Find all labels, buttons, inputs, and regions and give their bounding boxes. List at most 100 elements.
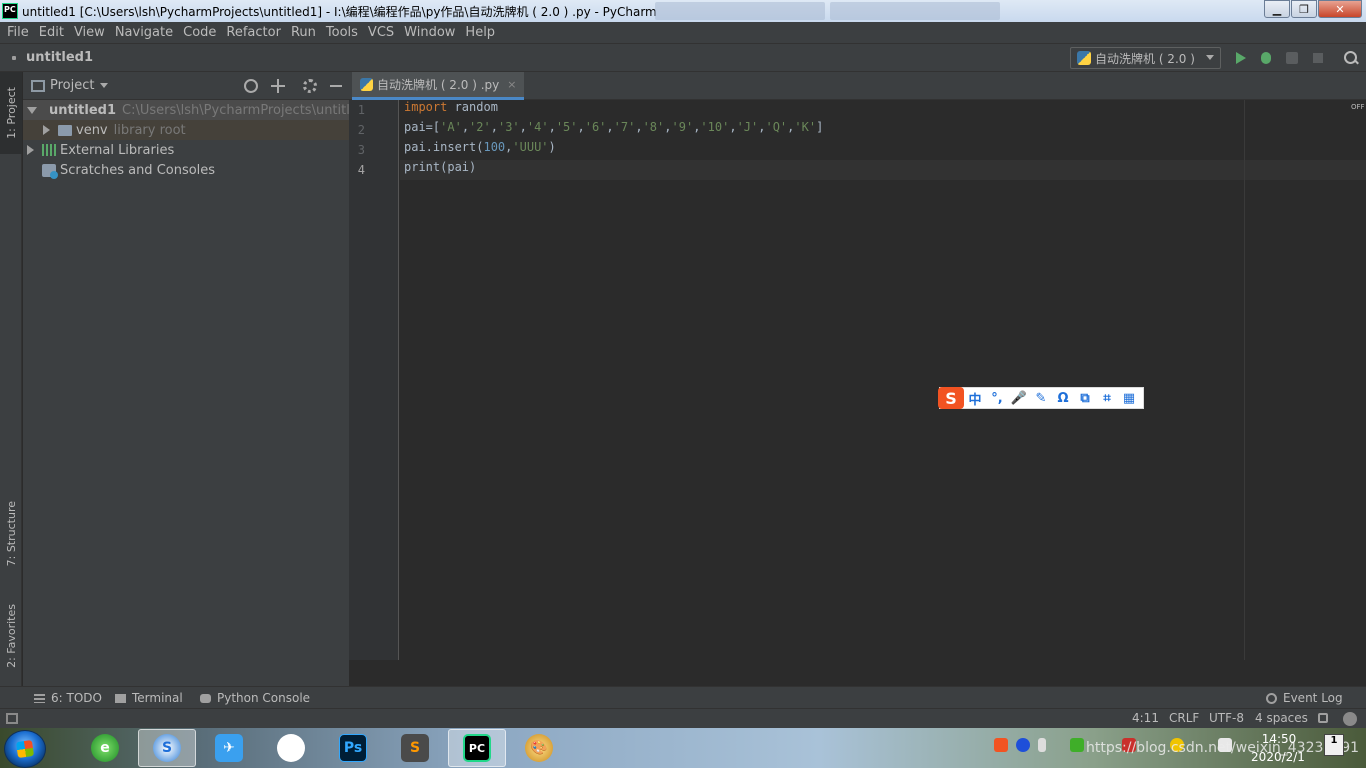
gear-icon[interactable] bbox=[303, 79, 317, 93]
status-caret-position[interactable]: 4:11 bbox=[1132, 711, 1159, 725]
tool-tab-terminal[interactable]: Terminal bbox=[115, 691, 183, 705]
pen-icon[interactable]: ✎ bbox=[1030, 391, 1052, 406]
tool-tab-todo-label: 6: TODO bbox=[51, 691, 102, 705]
taskbar-app-feishu[interactable]: ✈ bbox=[200, 729, 258, 767]
microphone-icon[interactable]: 🎤 bbox=[1008, 391, 1030, 406]
taskbar-app-photoshop[interactable]: Ps bbox=[324, 729, 382, 767]
debug-icon[interactable] bbox=[1258, 50, 1274, 66]
code-string: '4' bbox=[526, 120, 549, 134]
menu-file[interactable]: File bbox=[2, 25, 34, 40]
editor-tab-active[interactable]: 自动洗牌机 ( 2.0 ) .py × bbox=[352, 72, 525, 100]
breadcrumb-project[interactable]: untitled1 bbox=[26, 50, 93, 65]
expand-arrow-icon[interactable] bbox=[27, 106, 37, 114]
clock-time[interactable]: 14:50 bbox=[1258, 732, 1300, 746]
collapse-arrow-icon[interactable] bbox=[43, 125, 50, 135]
editor-tab-label: 自动洗牌机 ( 2.0 ) .py bbox=[377, 78, 500, 92]
tool-windows-toggle-icon[interactable] bbox=[6, 713, 18, 724]
tool-tab-event-log[interactable]: Event Log bbox=[1266, 691, 1343, 705]
run-icon[interactable] bbox=[1233, 50, 1249, 66]
code-string: '5' bbox=[555, 120, 578, 134]
status-indent[interactable]: 4 spaces bbox=[1255, 711, 1308, 725]
tree-item-scratches[interactable]: Scratches and Consoles bbox=[23, 160, 349, 180]
run-with-coverage-icon[interactable] bbox=[1284, 50, 1300, 66]
inspector-icon[interactable] bbox=[1343, 712, 1357, 726]
code-string: '3' bbox=[497, 120, 520, 134]
menu-help[interactable]: Help bbox=[460, 25, 500, 40]
help-tray-icon[interactable] bbox=[1016, 738, 1030, 752]
menu-edit[interactable]: Edit bbox=[34, 25, 69, 40]
paper-plane-icon: ✈ bbox=[215, 734, 243, 762]
code-line-4[interactable]: print(pai) bbox=[404, 160, 476, 180]
close-button[interactable]: ✕ bbox=[1318, 0, 1362, 18]
lock-icon[interactable] bbox=[1318, 713, 1328, 723]
paint-palette-icon: 🎨 bbox=[525, 734, 553, 762]
hide-panel-icon[interactable] bbox=[329, 79, 343, 93]
tree-item-root-name: untitled1 bbox=[49, 102, 117, 118]
maximize-button[interactable]: ❐ bbox=[1291, 0, 1317, 18]
taskbar-app-paint[interactable]: 🎨 bbox=[510, 729, 568, 767]
project-view-label[interactable]: Project bbox=[50, 78, 94, 93]
tray-overflow-icon[interactable] bbox=[1038, 738, 1046, 752]
menu-vcs[interactable]: VCS bbox=[363, 25, 399, 40]
tool-tab-favorites[interactable]: 2: Favorites bbox=[0, 592, 22, 680]
window-titlebar: PC untitled1 [C:\Users\lsh\PycharmProjec… bbox=[0, 0, 1366, 22]
chevron-down-icon[interactable] bbox=[100, 83, 109, 88]
skin-icon[interactable]: ⧉ bbox=[1074, 391, 1096, 406]
taskbar-app-browser[interactable]: e bbox=[76, 729, 134, 767]
tool-tab-project-label: 1: Project bbox=[4, 87, 18, 139]
menu-refactor[interactable]: Refactor bbox=[221, 25, 286, 40]
menu-tools[interactable]: Tools bbox=[321, 25, 363, 40]
tool-tab-structure[interactable]: 7: Structure bbox=[0, 492, 22, 576]
code-line-3[interactable]: pai.insert(100,'UUU') bbox=[404, 140, 556, 160]
collapse-all-icon[interactable] bbox=[271, 79, 285, 93]
tree-item-venv[interactable]: venv library root bbox=[23, 120, 349, 140]
toolbox-icon[interactable]: ▦ bbox=[1118, 391, 1140, 406]
omega-icon[interactable]: Ω bbox=[1052, 391, 1074, 406]
collapse-arrow-icon[interactable] bbox=[27, 145, 34, 155]
locate-file-icon[interactable] bbox=[244, 79, 258, 93]
clock-date[interactable]: 2020/2/1 bbox=[1250, 750, 1306, 764]
menu-view[interactable]: View bbox=[69, 25, 110, 40]
status-line-separator[interactable]: CRLF bbox=[1169, 711, 1199, 725]
ime-punctuation-icon[interactable]: °, bbox=[986, 391, 1008, 406]
sogou-tray-icon[interactable] bbox=[994, 738, 1008, 752]
code-string: '10' bbox=[700, 120, 730, 134]
code-comma: , bbox=[548, 120, 556, 134]
code-text: random bbox=[447, 100, 498, 114]
stop-icon[interactable] bbox=[1310, 50, 1326, 66]
window-title: untitled1 [C:\Users\lsh\PycharmProjects\… bbox=[22, 4, 657, 19]
crop-icon[interactable]: ⌗ bbox=[1096, 391, 1118, 406]
menu-code[interactable]: Code bbox=[178, 25, 221, 40]
tree-item-external-libraries[interactable]: External Libraries bbox=[23, 140, 349, 160]
menu-window[interactable]: Window bbox=[399, 25, 460, 40]
sogou-logo-icon[interactable]: S bbox=[938, 387, 964, 409]
ime-chinese-mode-icon[interactable]: 中 bbox=[964, 389, 986, 408]
code-line-1[interactable]: import random bbox=[404, 100, 498, 120]
code-editor[interactable]: import random pai=['A','2','3','4','5','… bbox=[400, 100, 1366, 660]
close-tab-icon[interactable]: × bbox=[507, 78, 516, 91]
taskbar-app-sublime[interactable]: S bbox=[386, 729, 444, 767]
taskbar-app-sogou[interactable]: S bbox=[138, 729, 196, 767]
start-button[interactable] bbox=[4, 730, 46, 768]
tool-tab-python-console[interactable]: Python Console bbox=[200, 691, 310, 705]
scratches-icon bbox=[42, 163, 58, 179]
terminal-icon bbox=[115, 693, 126, 703]
notification-badge[interactable]: 1 bbox=[1324, 734, 1344, 756]
tool-tab-todo[interactable]: 6: TODO bbox=[34, 691, 102, 705]
code-string: 'Q' bbox=[765, 120, 788, 134]
pycharm-icon: PC bbox=[463, 734, 491, 762]
minimize-button[interactable]: ▁ bbox=[1264, 0, 1290, 18]
tree-item-venv-note: library root bbox=[113, 122, 186, 138]
taskbar-app-netdisk[interactable]: ⟳ bbox=[262, 729, 320, 767]
status-encoding[interactable]: UTF-8 bbox=[1209, 711, 1244, 725]
caret-line-highlight bbox=[400, 160, 1366, 180]
tool-tab-project[interactable]: 1: Project bbox=[0, 72, 22, 154]
code-line-2[interactable]: pai=['A','2','3','4','5','6','7','8','9'… bbox=[404, 120, 823, 140]
taskbar-app-pycharm[interactable]: PC bbox=[448, 729, 506, 767]
search-everywhere-icon[interactable] bbox=[1343, 50, 1359, 66]
battery-tray-icon[interactable] bbox=[1070, 738, 1084, 752]
tree-item-root[interactable]: untitled1 C:\Users\lsh\PycharmProjects\u… bbox=[23, 100, 374, 120]
menu-run[interactable]: Run bbox=[286, 25, 321, 40]
menu-navigate[interactable]: Navigate bbox=[110, 25, 178, 40]
run-configuration-select[interactable]: 自动洗牌机 ( 2.0 ) bbox=[1070, 47, 1221, 69]
